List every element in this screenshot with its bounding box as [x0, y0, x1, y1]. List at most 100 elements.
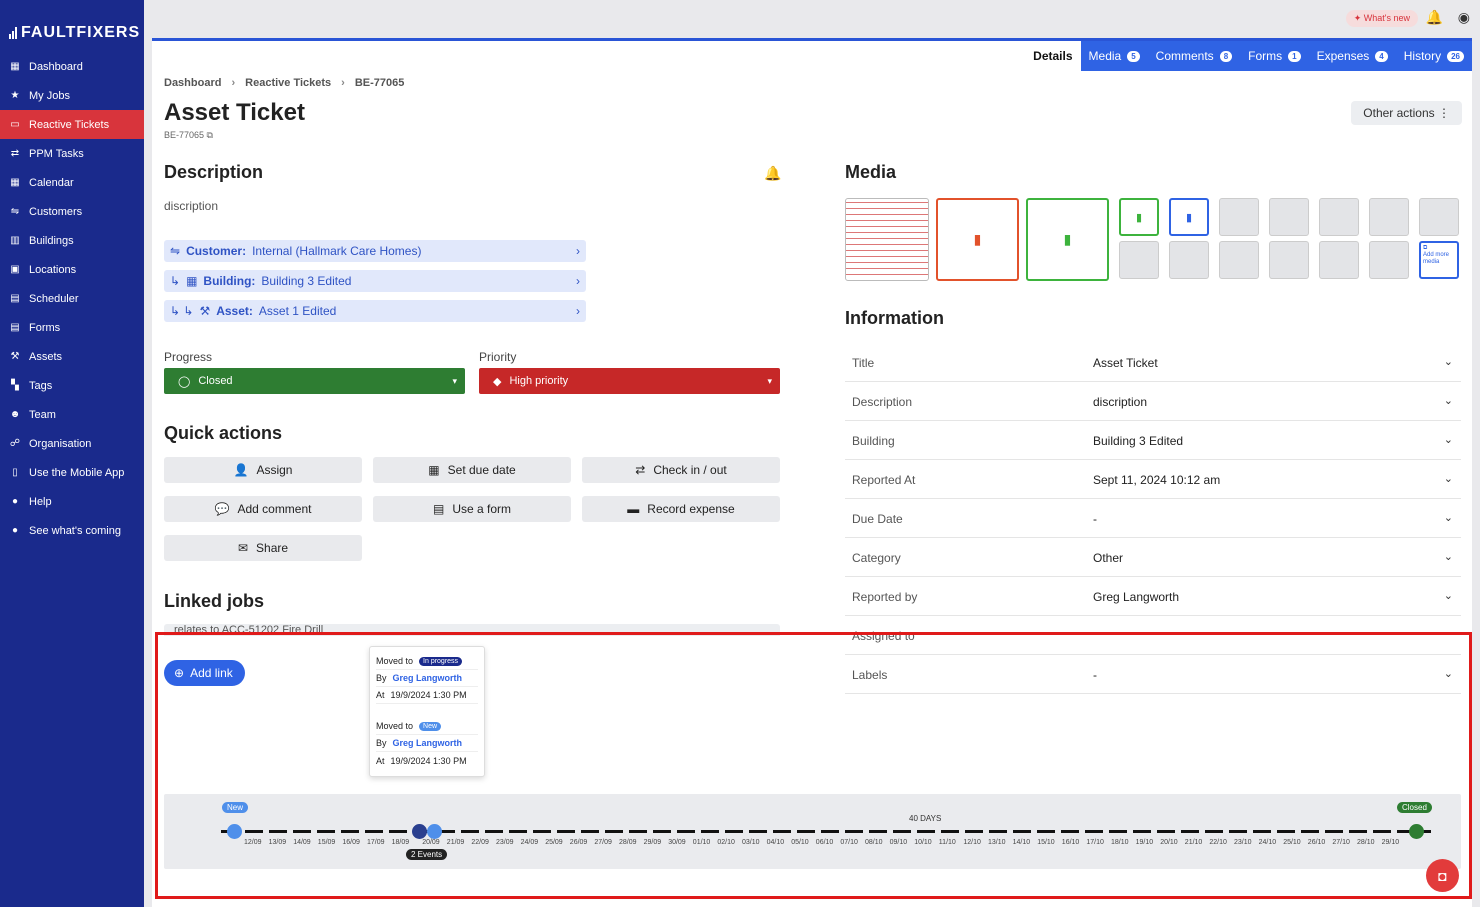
info-value: -	[1093, 668, 1097, 682]
info-row-title[interactable]: Title Asset Ticket ⌄	[845, 343, 1461, 382]
other-actions-button[interactable]: Other actions ⋮	[1351, 101, 1462, 125]
progress-dropdown[interactable]: ◯ Closed ▾	[164, 368, 465, 394]
media-thumb-placeholder[interactable]	[1319, 241, 1359, 279]
linked-job-text: relates to ACC-51202 Fire Drill	[174, 624, 324, 636]
whats-new-button[interactable]: ✦ What's new	[1345, 10, 1418, 27]
sidebar-item-calendar[interactable]: ▦ Calendar	[0, 168, 144, 197]
sidebar-item-help[interactable]: ● Help	[0, 487, 144, 516]
tab-comments[interactable]: Comments 8	[1148, 41, 1240, 71]
chevron-down-icon: ⌄	[1443, 590, 1453, 602]
media-thumb-placeholder[interactable]	[1369, 198, 1409, 236]
media-thumb-placeholder[interactable]	[1269, 198, 1309, 236]
sidebar-item-label: Assets	[29, 350, 63, 363]
set-due-date-button[interactable]: ▦ Set due date	[373, 457, 571, 483]
add-more-media-button[interactable]: ⧉ Add more media	[1419, 241, 1459, 279]
timeline-end-dot[interactable]	[1409, 824, 1424, 839]
info-row-reported-at[interactable]: Reported At Sept 11, 2024 10:12 am ⌄	[845, 460, 1461, 499]
sidebar-item-ppm-tasks[interactable]: ⇄ PPM Tasks	[0, 139, 144, 168]
media-thumb-pdf[interactable]: ▮	[936, 198, 1019, 281]
tab-details[interactable]: Details	[1025, 41, 1081, 71]
timeline-start-badge: New	[222, 802, 249, 813]
info-row-labels[interactable]: Labels - ⌄	[845, 655, 1461, 694]
asset-link[interactable]: ↳ ↳ ⚒ Asset: Asset 1 Edited ›	[164, 300, 586, 322]
tab-label: Forms	[1248, 49, 1283, 63]
timeline-start-dot[interactable]	[227, 824, 242, 839]
media-thumb-placeholder[interactable]	[1419, 198, 1459, 236]
chevron-down-icon: ▾	[452, 375, 457, 386]
check-in-out-button[interactable]: ⇄ Check in / out	[582, 457, 780, 483]
sidebar-item-forms[interactable]: ▤ Forms	[0, 313, 144, 342]
asset-value: Asset 1 Edited	[258, 304, 337, 318]
timeline-event-dot[interactable]	[412, 824, 427, 839]
media-thumb-excel-small[interactable]: ▮	[1119, 198, 1159, 236]
media-thumb-placeholder[interactable]	[1369, 241, 1409, 279]
brand-logo[interactable]: FAULTFIXERS	[0, 0, 144, 50]
info-value: Building 3 Edited	[1093, 434, 1184, 448]
media-thumb-excel[interactable]: ▮	[1026, 198, 1109, 281]
add-comment-button[interactable]: 💬 Add comment	[164, 496, 362, 522]
sidebar-item-tags[interactable]: ▚ Tags	[0, 371, 144, 400]
priority-dropdown[interactable]: ◆ High priority ▾	[479, 368, 780, 394]
info-row-reported-by[interactable]: Reported by Greg Langworth ⌄	[845, 577, 1461, 616]
sidebar-item-reactive-tickets[interactable]: ▭ Reactive Tickets	[0, 110, 144, 139]
info-row-description[interactable]: Description discription ⌄	[845, 382, 1461, 421]
sidebar-item-customers[interactable]: ⇋ Customers	[0, 197, 144, 226]
chat-support-icon[interactable]: ◘	[1426, 859, 1459, 892]
tab-forms[interactable]: Forms 1	[1240, 41, 1308, 71]
breadcrumb-reactive-tickets[interactable]: Reactive Tickets	[245, 77, 331, 89]
handshake-icon: ⇋	[170, 244, 181, 258]
sidebar-item-my-jobs[interactable]: ★ My Jobs	[0, 81, 144, 110]
info-row-building[interactable]: Building Building 3 Edited ⌄	[845, 421, 1461, 460]
tooltip-user-link[interactable]: Greg Langworth	[393, 738, 463, 748]
notification-bell-icon[interactable]: 🔔	[1426, 9, 1443, 26]
form-icon: ▤	[10, 322, 20, 333]
tab-media[interactable]: Media 5	[1081, 41, 1148, 71]
media-thumb-placeholder[interactable]	[1169, 241, 1209, 279]
timeline-tick-label: 10/10	[914, 839, 932, 846]
sidebar-item-buildings[interactable]: ▥ Buildings	[0, 226, 144, 255]
add-link-button[interactable]: ⊕ Add link	[164, 660, 245, 686]
sidebar-item-organisation[interactable]: ☍ Organisation	[0, 429, 144, 458]
sidebar-item-see-what-s-coming[interactable]: ● See what's coming	[0, 516, 144, 545]
sidebar-item-label: Scheduler	[29, 292, 79, 305]
media-thumb-placeholder[interactable]	[1319, 198, 1359, 236]
building-link[interactable]: ↳ ▦ Building: Building 3 Edited ›	[164, 270, 586, 292]
hammer-icon: ⚒	[199, 304, 211, 318]
subscribe-bell-icon[interactable]: 🔔	[764, 165, 781, 182]
info-row-assigned-to[interactable]: Assigned to	[845, 616, 1461, 655]
logo-bars-icon	[9, 27, 17, 39]
indent-arrow-icon: ↳ ↳	[170, 304, 194, 318]
sidebar-item-team[interactable]: ☻ Team	[0, 400, 144, 429]
sidebar-item-dashboard[interactable]: ▦ Dashboard	[0, 52, 144, 81]
copy-icon[interactable]: ⧉	[207, 130, 213, 140]
tooltip-user-link[interactable]: Greg Langworth	[393, 673, 463, 683]
customer-link[interactable]: ⇋ Customer: Internal (Hallmark Care Home…	[164, 240, 586, 262]
linked-job-row[interactable]: relates to ACC-51202 Fire Drill	[164, 624, 780, 636]
media-thumb-placeholder[interactable]	[1219, 198, 1259, 236]
share-button[interactable]: ✉ Share	[164, 535, 362, 561]
user-account-icon[interactable]: ◉	[1458, 9, 1470, 26]
tab-label: Expenses	[1316, 49, 1370, 63]
media-thumb-placeholder[interactable]	[1269, 241, 1309, 279]
info-row-due-date[interactable]: Due Date - ⌄	[845, 499, 1461, 538]
media-thumb-placeholder[interactable]	[1119, 241, 1159, 279]
form-icon: ▤	[432, 502, 445, 516]
sidebar-item-assets[interactable]: ⚒ Assets	[0, 342, 144, 371]
sidebar-item-locations[interactable]: ▣ Locations	[0, 255, 144, 284]
media-thumb-image[interactable]	[845, 198, 929, 281]
timeline-tick-label: 15/09	[317, 839, 336, 846]
tab-expenses[interactable]: Expenses 4	[1309, 41, 1396, 71]
record-expense-button[interactable]: ▬ Record expense	[582, 496, 780, 522]
use-form-button[interactable]: ▤ Use a form	[373, 496, 571, 522]
media-thumb-word[interactable]: ▮	[1169, 198, 1209, 236]
sidebar-item-scheduler[interactable]: ▤ Scheduler	[0, 284, 144, 313]
tab-history[interactable]: History 26	[1396, 41, 1472, 71]
info-value: discription	[1093, 395, 1148, 409]
assign-button[interactable]: 👤 Assign	[164, 457, 362, 483]
breadcrumb-dashboard[interactable]: Dashboard	[164, 77, 221, 89]
arrows-icon: ⇄	[10, 148, 20, 159]
timeline-event-dot[interactable]	[427, 824, 442, 839]
info-row-category[interactable]: Category Other ⌄	[845, 538, 1461, 577]
media-thumb-placeholder[interactable]	[1219, 241, 1259, 279]
sidebar-item-use-the-mobile-app[interactable]: ▯ Use the Mobile App	[0, 458, 144, 487]
